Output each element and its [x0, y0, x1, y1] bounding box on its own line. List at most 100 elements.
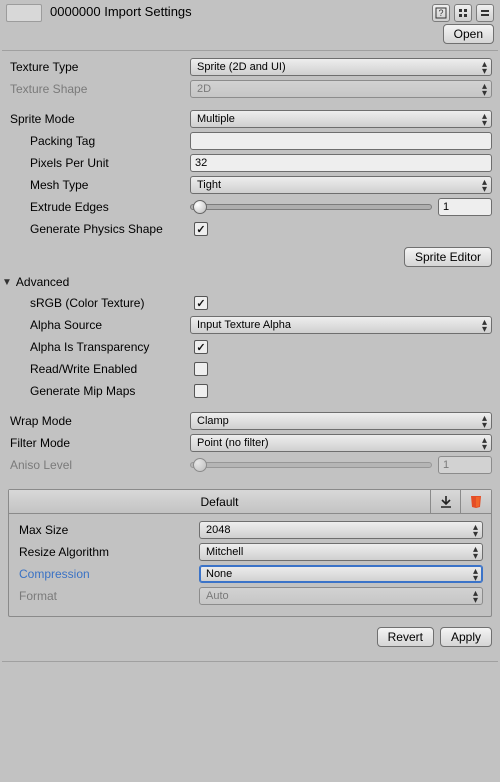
sprite-editor-row: Sprite Editor	[0, 243, 500, 271]
platform-box: Default Max Size 2048 ▴▾ Resize Algorith…	[8, 489, 492, 617]
resize-algo-label: Resize Algorithm	[17, 545, 199, 559]
slider-thumb[interactable]	[193, 200, 207, 214]
alpha-source-select[interactable]: Input Texture Alpha ▴▾	[190, 316, 492, 334]
alpha-source-value: Input Texture Alpha	[197, 319, 291, 331]
wrap-mode-value: Clamp	[197, 415, 229, 427]
physics-shape-label: Generate Physics Shape	[8, 222, 194, 236]
wrap-mode-label: Wrap Mode	[8, 414, 190, 428]
readwrite-label: Read/Write Enabled	[8, 362, 194, 376]
resize-algo-value: Mitchell	[206, 546, 243, 558]
chevron-updown-icon: ▴▾	[473, 524, 478, 538]
asset-thumbnail-icon	[6, 4, 42, 22]
ppu-value: 32	[195, 157, 207, 169]
chevron-updown-icon: ▴▾	[482, 113, 487, 127]
alpha-trans-label: Alpha Is Transparency	[8, 340, 194, 354]
resize-algo-select[interactable]: Mitchell ▴▾	[199, 543, 483, 561]
chevron-updown-icon: ▴▾	[482, 319, 487, 333]
mesh-type-label: Mesh Type	[8, 178, 190, 192]
texture-shape-label: Texture Shape	[8, 82, 190, 96]
revert-button[interactable]: Revert	[377, 627, 434, 647]
platform-tab-default-label: Default	[200, 495, 238, 509]
chevron-updown-icon: ▴▾	[482, 61, 487, 75]
preset-icon[interactable]	[454, 4, 472, 22]
sprite-section: Sprite Mode Multiple ▴▾ Packing Tag Pixe…	[0, 103, 500, 243]
advanced-title: Advanced	[16, 275, 69, 289]
max-size-label: Max Size	[17, 523, 199, 537]
platform-tab-webgl[interactable]	[461, 490, 491, 513]
format-label: Format	[17, 589, 199, 603]
aniso-level-field: 1	[438, 456, 492, 474]
slider-track[interactable]	[190, 204, 432, 210]
chevron-updown-icon: ▴▾	[473, 590, 478, 604]
packing-tag-field[interactable]	[190, 132, 492, 150]
extrude-edges-slider[interactable]: 1	[190, 198, 492, 216]
extrude-edges-field[interactable]: 1	[438, 198, 492, 216]
slider-track	[190, 462, 432, 468]
readwrite-checkbox[interactable]	[194, 362, 208, 376]
max-size-select[interactable]: 2048 ▴▾	[199, 521, 483, 539]
chevron-updown-icon: ▴▾	[482, 437, 487, 451]
platform-tab-standalone[interactable]	[431, 490, 461, 513]
help-icon[interactable]: ?	[432, 4, 450, 22]
format-value: Auto	[206, 590, 229, 602]
ppu-field[interactable]: 32	[190, 154, 492, 172]
compression-label: Compression	[17, 567, 199, 581]
filter-mode-label: Filter Mode	[8, 436, 190, 450]
texture-shape-select: 2D ▴▾	[190, 80, 492, 98]
platform-tab-default[interactable]: Default	[9, 490, 431, 513]
srgb-checkbox[interactable]	[194, 296, 208, 310]
compression-value: None	[206, 568, 232, 580]
header-button-group: ?	[432, 4, 494, 22]
open-button[interactable]: Open	[443, 24, 494, 44]
platform-tabs: Default	[9, 490, 491, 514]
compression-select[interactable]: None ▴▾	[199, 565, 483, 583]
ppu-label: Pixels Per Unit	[8, 156, 190, 170]
texture-type-value: Sprite (2D and UI)	[197, 61, 286, 73]
triangle-down-icon: ▼	[2, 277, 12, 288]
chevron-updown-icon: ▴▾	[473, 568, 478, 582]
texture-type-label: Texture Type	[8, 60, 190, 74]
alpha-source-label: Alpha Source	[8, 318, 190, 332]
inspector-header: 0000000 Import Settings ?	[0, 0, 500, 22]
texture-type-select[interactable]: Sprite (2D and UI) ▴▾	[190, 58, 492, 76]
chevron-updown-icon: ▴▾	[482, 83, 487, 97]
sprite-mode-select[interactable]: Multiple ▴▾	[190, 110, 492, 128]
srgb-label: sRGB (Color Texture)	[8, 296, 194, 310]
mesh-type-value: Tight	[197, 179, 221, 191]
mesh-type-select[interactable]: Tight ▴▾	[190, 176, 492, 194]
divider	[2, 661, 498, 662]
physics-shape-checkbox[interactable]	[194, 222, 208, 236]
extrude-edges-value: 1	[443, 201, 449, 213]
packing-tag-label: Packing Tag	[8, 134, 190, 148]
html5-icon	[469, 495, 483, 509]
texture-shape-value: 2D	[197, 83, 211, 95]
apply-row: Revert Apply	[0, 617, 500, 657]
sprite-mode-value: Multiple	[197, 113, 235, 125]
open-row: Open	[0, 22, 500, 50]
sprite-editor-button[interactable]: Sprite Editor	[404, 247, 492, 267]
mipmaps-label: Generate Mip Maps	[8, 384, 194, 398]
advanced-section: sRGB (Color Texture) Alpha Source Input …	[0, 293, 500, 405]
platform-body: Max Size 2048 ▴▾ Resize Algorithm Mitche…	[9, 514, 491, 616]
slider-thumb	[193, 458, 207, 472]
aniso-level-slider: 1	[190, 456, 492, 474]
settings-icon[interactable]	[476, 4, 494, 22]
aniso-level-label: Aniso Level	[8, 458, 190, 472]
chevron-updown-icon: ▴▾	[473, 546, 478, 560]
alpha-trans-checkbox[interactable]	[194, 340, 208, 354]
texture-section: Texture Type Sprite (2D and UI) ▴▾ Textu…	[0, 51, 500, 103]
asset-title: 0000000 Import Settings	[42, 4, 432, 19]
chevron-updown-icon: ▴▾	[482, 179, 487, 193]
advanced-foldout[interactable]: ▼ Advanced	[0, 271, 500, 293]
sprite-mode-label: Sprite Mode	[8, 112, 190, 126]
svg-text:?: ?	[438, 8, 443, 18]
download-icon	[439, 495, 453, 509]
extrude-edges-label: Extrude Edges	[8, 200, 190, 214]
filter-mode-select[interactable]: Point (no filter) ▴▾	[190, 434, 492, 452]
wrap-mode-select[interactable]: Clamp ▴▾	[190, 412, 492, 430]
apply-button[interactable]: Apply	[440, 627, 492, 647]
mipmaps-checkbox[interactable]	[194, 384, 208, 398]
aniso-level-value: 1	[443, 459, 449, 471]
sampling-section: Wrap Mode Clamp ▴▾ Filter Mode Point (no…	[0, 405, 500, 479]
chevron-updown-icon: ▴▾	[482, 415, 487, 429]
